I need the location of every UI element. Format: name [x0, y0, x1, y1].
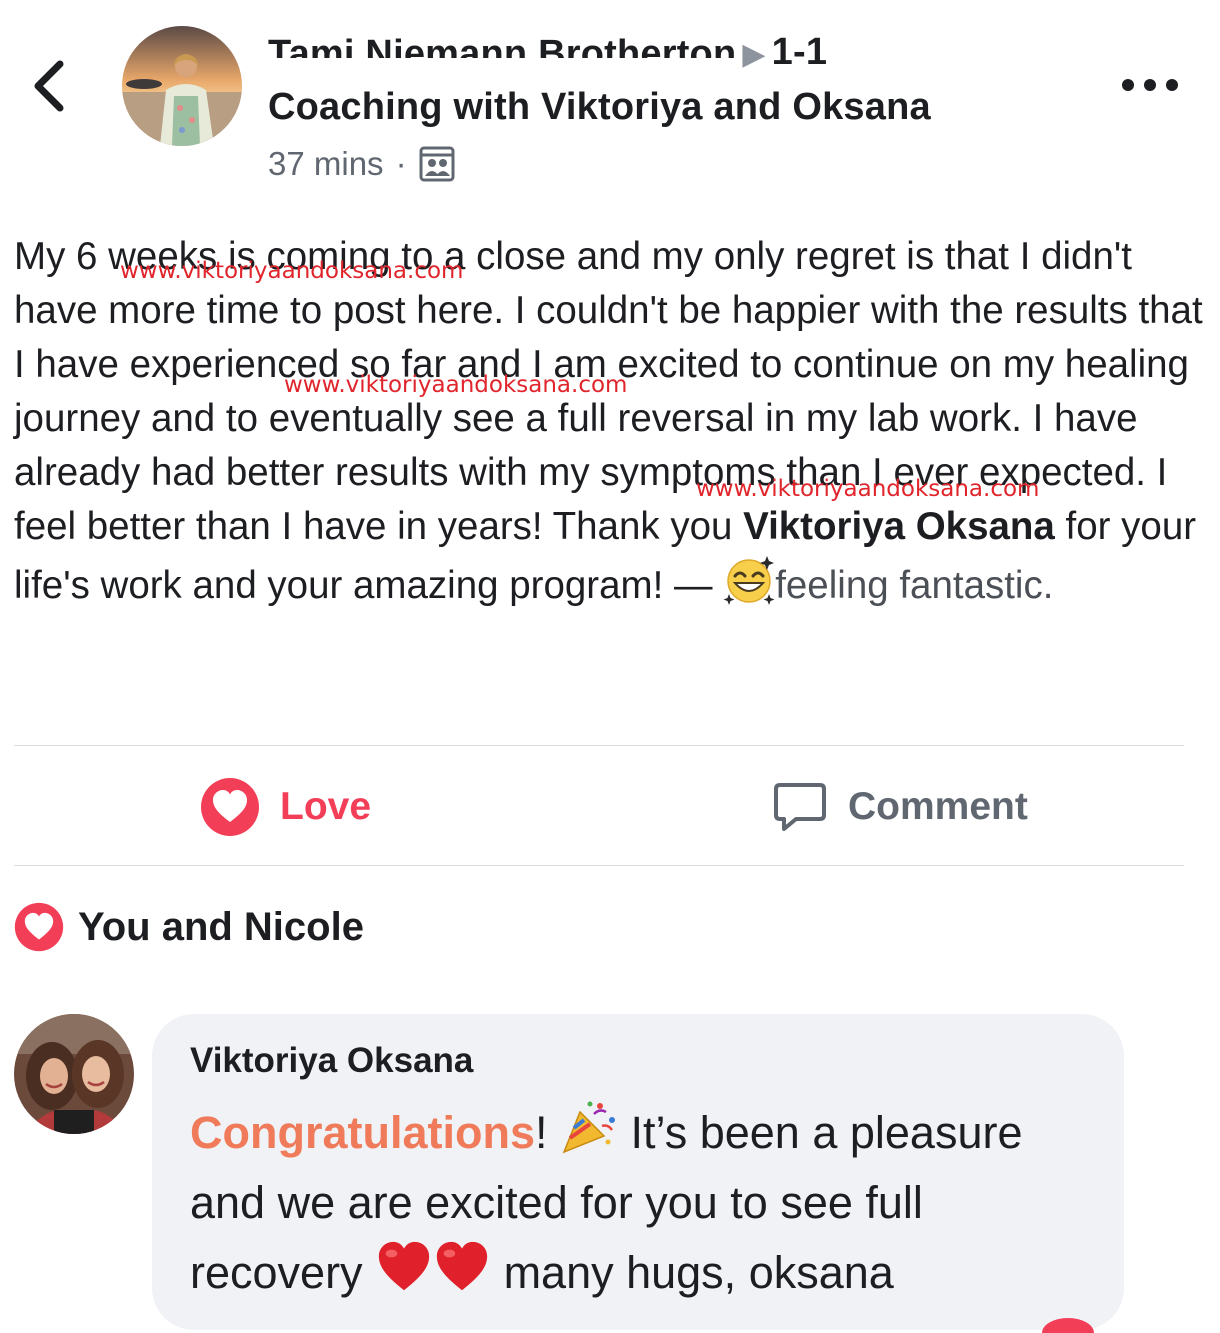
watermark-text: www.viktoriyaandoksana.com	[284, 372, 628, 398]
tagged-user-link[interactable]: Viktoriya Oksana	[743, 505, 1055, 548]
comment-button[interactable]: Comment	[772, 774, 1028, 840]
feeling-text[interactable]: feeling fantastic.	[775, 564, 1053, 607]
comment-highlight-word: Congratulations	[190, 1107, 535, 1158]
love-button[interactable]: Love	[200, 774, 371, 840]
comment-text: Congratulations! It’s been a pleasure an…	[190, 1098, 1086, 1308]
reactions-text: You and Nicole	[78, 904, 364, 949]
post-header: Tami Niemann Brotherton ▶ 1-1 Coaching wit…	[268, 26, 1088, 187]
party-popper-icon	[562, 1101, 616, 1154]
dot	[1122, 79, 1134, 91]
comment-exclamation: !	[535, 1107, 548, 1158]
shared-to-arrow-icon: ▶	[742, 38, 766, 71]
comment-line-end: many hugs, oksana	[491, 1247, 894, 1298]
divider	[14, 745, 1184, 746]
watermark-text: www.viktoriyaandoksana.com	[696, 476, 1040, 502]
post-text: My 6 weeks is coming to a close and my o…	[14, 230, 1204, 613]
dot	[1166, 79, 1178, 91]
comment-bubble-icon	[774, 783, 826, 831]
heart-reaction-icon	[201, 778, 259, 836]
chevron-left-icon	[34, 60, 64, 112]
more-options-button[interactable]	[1122, 70, 1178, 100]
meta-separator: ·	[395, 145, 407, 182]
heart-reaction-icon	[14, 902, 64, 952]
red-heart-icon	[436, 1241, 488, 1291]
watermark-text: www.viktoriyaandoksana.com	[120, 258, 464, 284]
post-meta: 37 mins ·	[268, 141, 1088, 187]
group-audience-icon	[419, 146, 455, 182]
divider	[14, 865, 1184, 866]
reactions-summary[interactable]: You and Nicole	[14, 902, 364, 952]
red-heart-icon	[378, 1241, 430, 1291]
group-name[interactable]: Coaching with Viktoriya and Oksana	[268, 81, 1088, 133]
dot	[1144, 79, 1156, 91]
poster-avatar[interactable]	[122, 26, 242, 146]
post-timestamp[interactable]: 37 mins	[268, 141, 384, 187]
comment-label: Comment	[848, 785, 1028, 828]
comment-bubble[interactable]: Viktoriya Oksana Congratulations! It’s b…	[152, 1014, 1124, 1330]
starry-grin-emoji-icon	[723, 556, 775, 605]
back-button[interactable]	[30, 60, 70, 112]
love-label: Love	[280, 785, 372, 828]
comment-author[interactable]: Viktoriya Oksana	[190, 1038, 1086, 1084]
post-title: Tami Niemann Brotherton ▶ 1-1	[268, 26, 1088, 81]
group-name-part1[interactable]: 1-1	[772, 31, 828, 73]
commenter-avatar[interactable]	[14, 1014, 134, 1134]
poster-name[interactable]: Tami Niemann Brotherton	[268, 28, 736, 58]
